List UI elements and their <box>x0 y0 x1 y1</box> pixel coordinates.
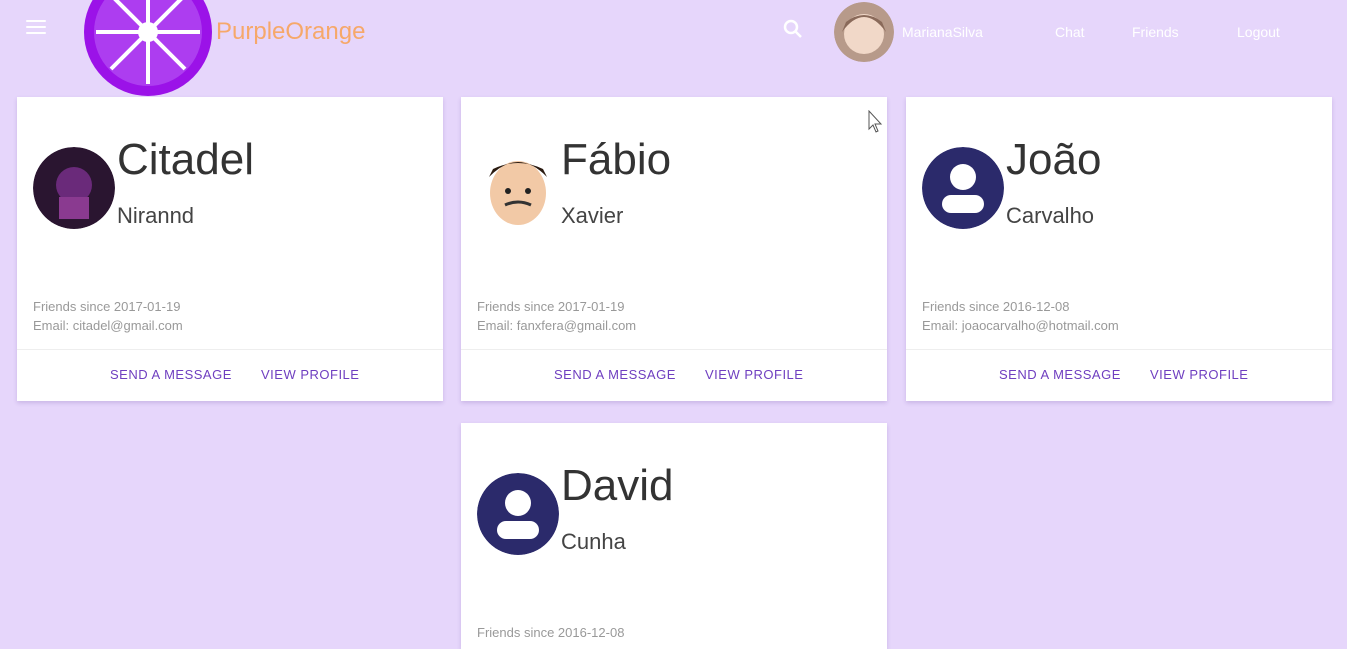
friends-since: Friends since 2017-01-19 <box>477 299 625 314</box>
friend-meta: Friends since 2017-01-19 Email: citadel@… <box>33 297 183 335</box>
friend-last-name: Carvalho <box>1006 203 1095 228</box>
friend-email: Email: joaocarvalho@hotmail.com <box>922 318 1119 333</box>
friend-last-name: Cunha <box>561 529 626 554</box>
friend-last-name: Nirannd <box>117 203 195 228</box>
orange-slice-logo-icon[interactable] <box>82 0 214 98</box>
friends-since: Friends since 2017-01-19 <box>33 299 181 314</box>
friend-first-name: David <box>561 461 674 510</box>
friend-first-name: João <box>1006 135 1102 184</box>
app-bar: PurpleOrange MarianaSilva Chat Friends L… <box>0 0 1347 96</box>
friend-last-name: Xavier <box>561 203 624 228</box>
default-person-icon <box>477 473 559 555</box>
friend-email: Email: citadel@gmail.com <box>33 318 183 333</box>
view-profile-button[interactable]: VIEW PROFILE <box>1150 367 1248 382</box>
friend-email: Email: fanxfera@gmail.com <box>477 318 637 333</box>
send-message-button[interactable]: SEND A MESSAGE <box>554 367 676 382</box>
user-avatar[interactable] <box>834 2 894 62</box>
brand-name[interactable]: PurpleOrange <box>216 18 365 46</box>
mouse-cursor-icon <box>868 110 883 133</box>
user-name[interactable]: MarianaSilva <box>902 24 983 40</box>
friend-card: João Carvalho Friends since 2016-12-08 E… <box>906 97 1332 401</box>
view-profile-button[interactable]: VIEW PROFILE <box>261 367 359 382</box>
friend-card: Citadel Nirannd Friends since 2017-01-19… <box>17 97 443 401</box>
default-person-icon <box>922 147 1004 229</box>
card-divider <box>906 349 1332 350</box>
send-message-button[interactable]: SEND A MESSAGE <box>999 367 1121 382</box>
friend-first-name: Fábio <box>561 135 672 184</box>
friend-card: David Cunha Friends since 2016-12-08 <box>461 423 887 649</box>
card-divider <box>17 349 443 350</box>
friend-meta: Friends since 2016-12-08 Email: joaocarv… <box>922 297 1119 335</box>
friends-since: Friends since 2016-12-08 <box>922 299 1070 314</box>
friend-avatar <box>33 147 115 229</box>
view-profile-button[interactable]: VIEW PROFILE <box>705 367 803 382</box>
search-icon[interactable] <box>782 18 804 40</box>
friend-card: Fábio Xavier Friends since 2017-01-19 Em… <box>461 97 887 401</box>
nav-chat-link[interactable]: Chat <box>1055 24 1085 40</box>
friend-avatar <box>477 147 559 229</box>
friend-meta: Friends since 2017-01-19 Email: fanxfera… <box>477 297 636 335</box>
nav-friends-link[interactable]: Friends <box>1132 24 1179 40</box>
menu-icon[interactable] <box>26 20 46 36</box>
friends-since: Friends since 2016-12-08 <box>477 625 625 640</box>
nav-logout-link[interactable]: Logout <box>1237 24 1280 40</box>
friend-meta: Friends since 2016-12-08 <box>477 623 624 642</box>
send-message-button[interactable]: SEND A MESSAGE <box>110 367 232 382</box>
card-divider <box>461 349 887 350</box>
friend-first-name: Citadel <box>117 135 254 184</box>
